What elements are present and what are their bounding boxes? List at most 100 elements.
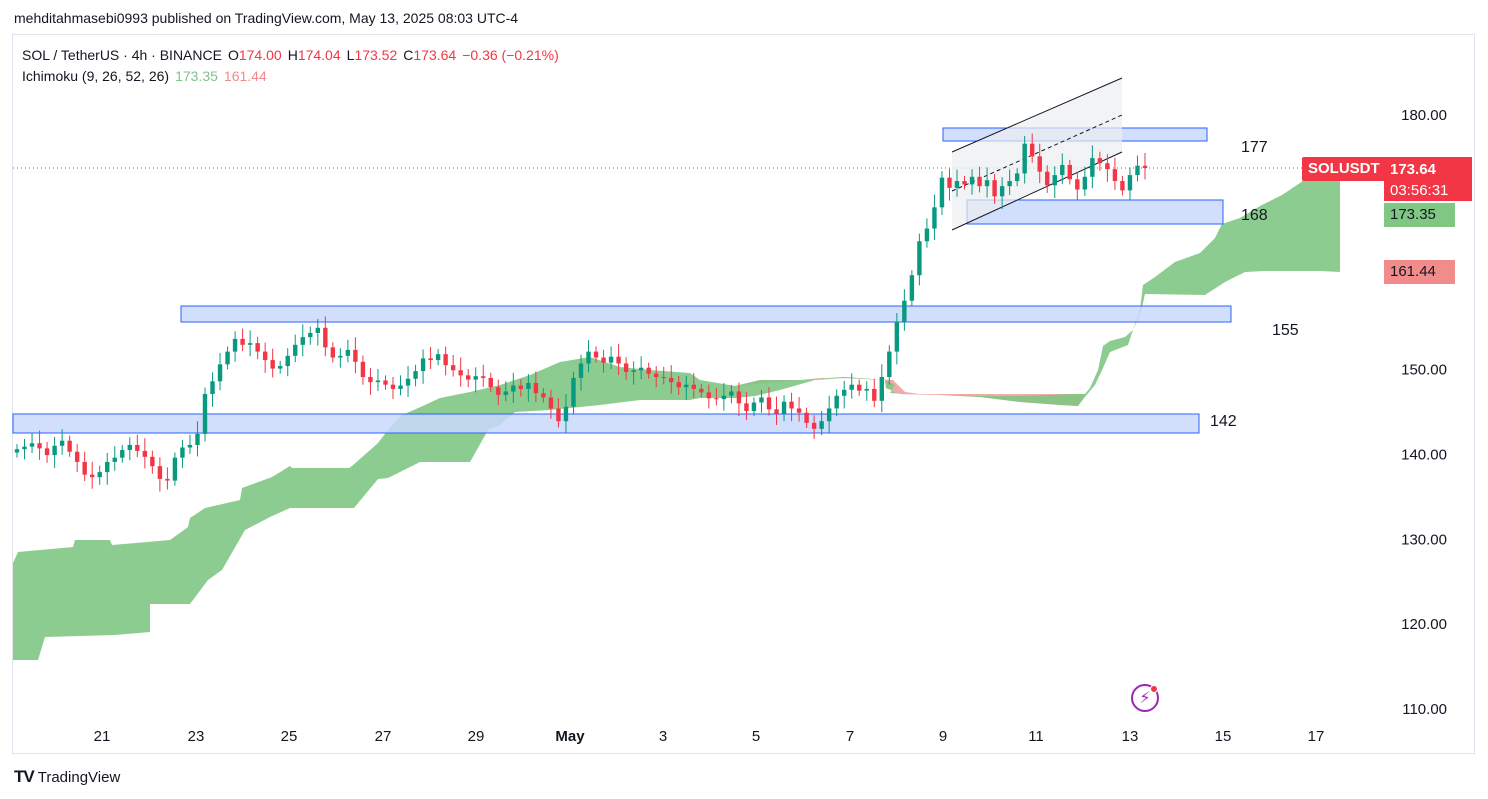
candle-body[interactable]: [623, 363, 629, 372]
candle-body[interactable]: [262, 351, 268, 361]
candle-body[interactable]: [217, 364, 223, 382]
candle-body[interactable]: [127, 444, 132, 451]
candle-body[interactable]: [932, 207, 937, 229]
candle-body[interactable]: [360, 361, 366, 378]
candle-body[interactable]: [390, 384, 396, 389]
candle-body[interactable]: [616, 356, 621, 364]
candle-body[interactable]: [1105, 163, 1110, 170]
candle-body[interactable]: [458, 370, 463, 376]
candle-body[interactable]: [503, 391, 508, 395]
candle-body[interactable]: [571, 377, 576, 407]
candle-body[interactable]: [1052, 175, 1057, 186]
candle-body[interactable]: [518, 385, 524, 389]
candle-body[interactable]: [330, 347, 336, 358]
candle-body[interactable]: [691, 384, 696, 389]
candle-body[interactable]: [120, 450, 125, 458]
candle-body[interactable]: [804, 412, 809, 423]
candle-body[interactable]: [195, 433, 200, 445]
candle-body[interactable]: [97, 472, 102, 478]
candle-body[interactable]: [435, 354, 441, 361]
candle-body[interactable]: [766, 397, 772, 410]
candle-body[interactable]: [1022, 143, 1027, 174]
candle-body[interactable]: [526, 382, 531, 389]
candle-body[interactable]: [789, 401, 794, 409]
candle-body[interactable]: [157, 466, 163, 479]
candle-body[interactable]: [999, 186, 1005, 197]
candle-body[interactable]: [857, 384, 862, 391]
candle-body[interactable]: [383, 380, 388, 385]
candle-body[interactable]: [443, 354, 448, 366]
candle-body[interactable]: [939, 177, 945, 208]
candle-body[interactable]: [413, 371, 418, 379]
candle-body[interactable]: [548, 397, 554, 409]
candle-body[interactable]: [962, 181, 967, 185]
candle-body[interactable]: [578, 363, 584, 378]
candle-body[interactable]: [872, 388, 877, 401]
candle-body[interactable]: [1030, 143, 1035, 157]
candle-body[interactable]: [22, 446, 27, 450]
candle-body[interactable]: [420, 358, 426, 372]
candle-body[interactable]: [338, 355, 343, 358]
footer-brand[interactable]: TV TradingView: [14, 767, 120, 787]
candle-body[interactable]: [1075, 179, 1080, 190]
candle-body[interactable]: [105, 461, 110, 473]
symbol-description[interactable]: SOL / TetherUS · 4h · BINANCE: [22, 45, 222, 66]
candle-body[interactable]: [887, 351, 892, 378]
candle-body[interactable]: [977, 176, 982, 187]
candle-body[interactable]: [706, 392, 712, 399]
candle-body[interactable]: [1082, 176, 1088, 190]
candle-body[interactable]: [315, 327, 320, 333]
candle-body[interactable]: [774, 409, 779, 414]
candle-body[interactable]: [924, 228, 930, 242]
candle-body[interactable]: [368, 377, 373, 383]
candle-body[interactable]: [1097, 158, 1103, 164]
candle-body[interactable]: [947, 177, 952, 188]
candle-body[interactable]: [661, 377, 666, 379]
candle-body[interactable]: [541, 393, 546, 398]
candle-body[interactable]: [488, 377, 493, 388]
candle-body[interactable]: [1067, 164, 1072, 180]
candle-body[interactable]: [247, 343, 253, 345]
candle-body[interactable]: [428, 358, 433, 361]
candle-body[interactable]: [556, 408, 561, 422]
candle-body[interactable]: [232, 338, 238, 352]
candle-body[interactable]: [969, 176, 975, 185]
candle-body[interactable]: [44, 448, 50, 456]
candle-body[interactable]: [52, 445, 57, 456]
candle-body[interactable]: [819, 421, 824, 429]
candle-body[interactable]: [59, 440, 65, 446]
candle-body[interactable]: [721, 395, 727, 400]
candle-body[interactable]: [849, 384, 854, 390]
candle-body[interactable]: [1060, 164, 1065, 176]
candle-body[interactable]: [90, 474, 95, 478]
candle-body[interactable]: [714, 398, 719, 400]
candle-body[interactable]: [345, 349, 351, 356]
candle-body[interactable]: [353, 349, 358, 362]
candle-body[interactable]: [450, 365, 456, 371]
candle-body[interactable]: [864, 388, 869, 391]
candle-body[interactable]: [210, 381, 215, 395]
candle-body[interactable]: [375, 380, 381, 383]
lightning-icon[interactable]: ⚡: [1131, 684, 1159, 712]
zone-142[interactable]: [12, 413, 1200, 434]
candle-body[interactable]: [751, 402, 757, 411]
candle-body[interactable]: [826, 408, 832, 422]
candle-body[interactable]: [1045, 171, 1050, 186]
candle-body[interactable]: [165, 478, 170, 481]
candle-body[interactable]: [202, 394, 208, 434]
last-price-badge[interactable]: 173.64 03:56:31: [1384, 157, 1472, 201]
candle-body[interactable]: [533, 382, 539, 394]
indicator-name[interactable]: Ichimoku (9, 26, 52, 26): [22, 66, 169, 87]
candle-body[interactable]: [74, 451, 80, 462]
candle-body[interactable]: [638, 367, 644, 371]
candle-body[interactable]: [1007, 181, 1012, 187]
candle-body[interactable]: [909, 275, 915, 301]
candle-body[interactable]: [676, 382, 681, 388]
candle-body[interactable]: [255, 343, 260, 352]
candle-body[interactable]: [323, 327, 328, 348]
candle-body[interactable]: [781, 401, 787, 414]
candle-body[interactable]: [1090, 158, 1095, 177]
candle-body[interactable]: [466, 375, 471, 380]
candle-body[interactable]: [796, 408, 802, 413]
candle-body[interactable]: [601, 357, 606, 363]
